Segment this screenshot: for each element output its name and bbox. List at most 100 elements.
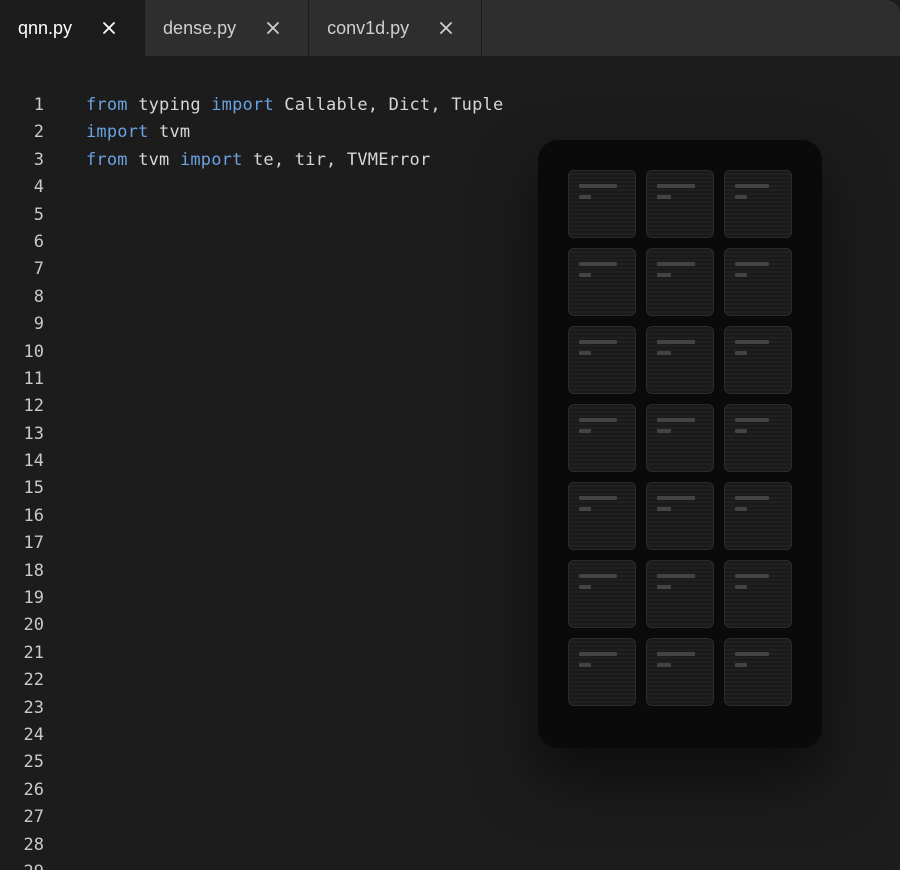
close-icon[interactable] [102, 21, 116, 35]
tile-bar [735, 351, 747, 355]
tile-bar [579, 507, 591, 511]
line-number: 7 [0, 256, 44, 283]
code-token: import [180, 150, 253, 170]
line-number: 20 [0, 612, 44, 639]
tile-bar [657, 195, 671, 199]
line-number: 19 [0, 585, 44, 612]
line-number: 11 [0, 366, 44, 393]
tile-bar [579, 351, 591, 355]
code-token: te, tir, TVMError [253, 150, 430, 170]
line-number: 21 [0, 640, 44, 667]
tab-qnn[interactable]: qnn.py [0, 0, 145, 56]
line-number-gutter: 1234567891011121314151617181920212223242… [0, 92, 66, 870]
preview-tile[interactable] [724, 404, 792, 472]
code-line[interactable] [86, 832, 900, 859]
line-number: 29 [0, 859, 44, 870]
code-line[interactable] [86, 804, 900, 831]
tile-bar [735, 496, 769, 500]
line-number: 6 [0, 229, 44, 256]
tile-bar [657, 184, 695, 188]
line-number: 15 [0, 475, 44, 502]
close-icon[interactable] [266, 21, 280, 35]
line-number: 4 [0, 174, 44, 201]
preview-tile[interactable] [646, 170, 714, 238]
tile-bar [579, 340, 617, 344]
code-token: tvm [159, 122, 190, 142]
preview-tile[interactable] [568, 560, 636, 628]
preview-tile[interactable] [568, 638, 636, 706]
preview-tile[interactable] [646, 560, 714, 628]
tile-bar [657, 429, 671, 433]
code-line[interactable] [86, 749, 900, 776]
code-line[interactable] [86, 777, 900, 804]
preview-tile[interactable] [724, 482, 792, 550]
line-number: 16 [0, 503, 44, 530]
line-number: 22 [0, 667, 44, 694]
line-number: 13 [0, 421, 44, 448]
preview-tile[interactable] [568, 170, 636, 238]
tile-bar [657, 351, 671, 355]
tile-bar [579, 184, 617, 188]
tile-bar [579, 418, 617, 422]
tile-bar [735, 418, 769, 422]
tile-bar [735, 429, 747, 433]
code-token: from [86, 150, 138, 170]
preview-tile[interactable] [724, 326, 792, 394]
preview-tile[interactable] [646, 248, 714, 316]
line-number: 18 [0, 558, 44, 585]
code-editor: qnn.py dense.py conv1d.py 12345678910111… [0, 0, 900, 870]
tile-bar [735, 340, 769, 344]
tab-conv1d[interactable]: conv1d.py [309, 0, 482, 56]
preview-tile[interactable] [646, 404, 714, 472]
tile-bar [657, 663, 671, 667]
tile-bar [735, 507, 747, 511]
code-token: import [211, 95, 284, 115]
code-token: import [86, 122, 159, 142]
tab-dense[interactable]: dense.py [145, 0, 309, 56]
tile-bar [657, 340, 695, 344]
line-number: 10 [0, 339, 44, 366]
line-number: 28 [0, 832, 44, 859]
preview-tile[interactable] [568, 326, 636, 394]
line-number: 25 [0, 749, 44, 776]
tile-bar [579, 273, 591, 277]
line-number: 27 [0, 804, 44, 831]
line-number: 9 [0, 311, 44, 338]
tile-bar [735, 652, 769, 656]
tile-bar [735, 663, 747, 667]
preview-tile[interactable] [568, 482, 636, 550]
line-number: 17 [0, 530, 44, 557]
preview-tile[interactable] [646, 638, 714, 706]
code-token: from [86, 95, 138, 115]
preview-tile[interactable] [724, 248, 792, 316]
preview-panel[interactable] [538, 140, 822, 748]
preview-tile[interactable] [724, 560, 792, 628]
preview-tile[interactable] [568, 248, 636, 316]
preview-tile[interactable] [724, 638, 792, 706]
tile-bar [735, 585, 747, 589]
code-line[interactable]: from typing import Callable, Dict, Tuple [86, 92, 900, 119]
tile-bar [657, 273, 671, 277]
preview-grid [568, 170, 792, 706]
preview-tile[interactable] [724, 170, 792, 238]
tile-bar [735, 262, 769, 266]
tile-bar [657, 496, 695, 500]
line-number: 5 [0, 202, 44, 229]
tab-bar: qnn.py dense.py conv1d.py [0, 0, 900, 56]
tile-bar [579, 663, 591, 667]
tab-label: conv1d.py [327, 18, 409, 39]
preview-tile[interactable] [646, 482, 714, 550]
tile-bar [735, 574, 769, 578]
preview-tile[interactable] [646, 326, 714, 394]
tile-bar [735, 184, 769, 188]
code-line[interactable] [86, 859, 900, 870]
tile-bar [657, 574, 695, 578]
line-number: 3 [0, 147, 44, 174]
close-icon[interactable] [439, 21, 453, 35]
line-number: 2 [0, 119, 44, 146]
line-number: 23 [0, 695, 44, 722]
preview-tile[interactable] [568, 404, 636, 472]
tile-bar [579, 262, 617, 266]
tile-bar [579, 574, 617, 578]
code-token: typing [138, 95, 211, 115]
